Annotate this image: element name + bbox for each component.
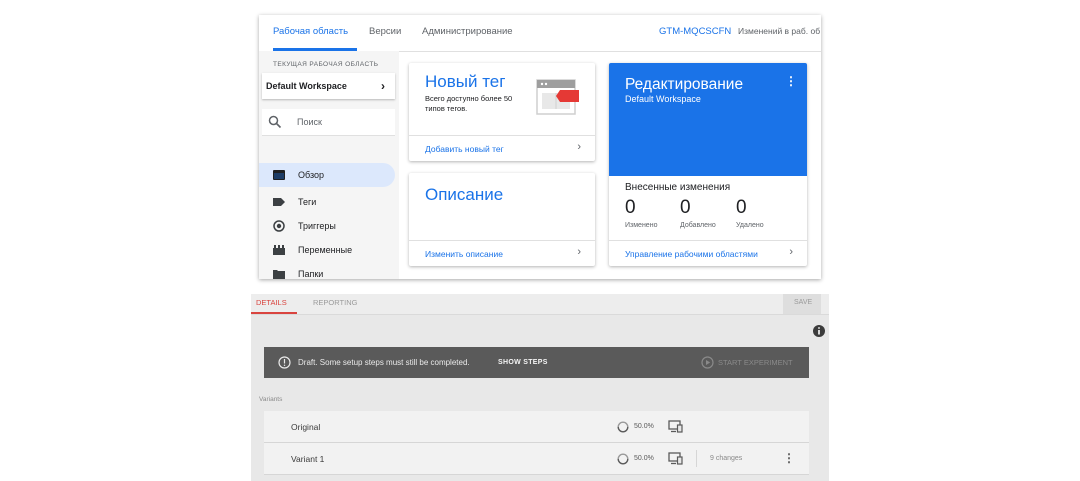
- weight-pie-icon[interactable]: [617, 453, 629, 465]
- variant-name: Original: [291, 422, 321, 432]
- chevron-right-icon: ›: [381, 79, 385, 93]
- more-vert-icon[interactable]: ⋮: [783, 451, 795, 465]
- modified-label: Изменено: [625, 222, 658, 229]
- tab-reporting[interactable]: REPORTING: [313, 298, 357, 307]
- tab-versions[interactable]: Версии: [369, 26, 401, 37]
- new-tag-title: Новый тег: [425, 72, 506, 91]
- save-button[interactable]: SAVE: [783, 294, 821, 314]
- gtm-workspace-panel: Рабочая область Версии Администрирование…: [259, 15, 821, 279]
- info-icon: [278, 356, 291, 369]
- edit-description-label: Изменить описание: [425, 249, 503, 259]
- start-experiment-button[interactable]: START EXPERIMENT: [718, 358, 793, 367]
- add-new-tag-label: Добавить новый тег: [425, 144, 504, 154]
- sidebar-item-variables[interactable]: Переменные: [259, 238, 395, 262]
- sidebar-item-label: Теги: [298, 197, 317, 207]
- sidebar: ТЕКУЩАЯ РАБОЧАЯ ОБЛАСТЬ Default Workspac…: [259, 51, 399, 279]
- added-count: 0: [680, 197, 691, 218]
- sidebar-item-overview[interactable]: Обзор: [259, 163, 395, 187]
- optimize-tab-bar: DETAILS REPORTING SAVE: [251, 294, 829, 315]
- tag-icon: [273, 198, 285, 206]
- changes-title: Внесенные изменения: [625, 182, 731, 193]
- variant-changes-count[interactable]: 9 changes: [710, 455, 742, 462]
- deleted-label: Удалено: [736, 222, 764, 229]
- editing-header: Редактирование Default Workspace ⋮: [609, 63, 807, 176]
- more-vert-icon[interactable]: ⋮: [785, 74, 797, 88]
- new-tag-card: Новый тег Всего доступно более 50 типов …: [409, 63, 595, 161]
- variant-weight: 50.0%: [634, 455, 654, 462]
- devices-icon[interactable]: [668, 452, 683, 465]
- deleted-count: 0: [736, 197, 747, 218]
- variant-weight: 50.0%: [634, 423, 654, 430]
- description-title: Описание: [425, 185, 504, 204]
- manage-workspaces-link[interactable]: Управление рабочими областями ›: [609, 240, 807, 266]
- editing-workspace-name: Default Workspace: [625, 94, 701, 104]
- added-label: Добавлено: [680, 222, 716, 229]
- draft-status-bar: Draft. Some setup steps must still be co…: [264, 347, 809, 378]
- tab-workspace[interactable]: Рабочая область: [273, 26, 348, 37]
- draft-message: Draft. Some setup steps must still be co…: [298, 358, 470, 367]
- workspace-name: Default Workspace: [266, 81, 347, 91]
- chevron-right-icon: ›: [577, 141, 581, 153]
- variants-caption: Variants: [259, 396, 283, 403]
- tab-details[interactable]: DETAILS: [256, 298, 287, 307]
- variant-row[interactable]: Variant 1 50.0% 9 changes ⋮: [264, 443, 809, 475]
- folder-icon: [273, 270, 285, 279]
- devices-icon[interactable]: [668, 420, 683, 433]
- variables-icon: [273, 245, 285, 255]
- gtm-tab-bar: Рабочая область Версии Администрирование…: [259, 15, 821, 52]
- workspace-changes-label: Изменений в раб. об: [738, 26, 821, 36]
- workspace-selector[interactable]: Default Workspace ›: [262, 73, 395, 99]
- sidebar-item-triggers[interactable]: Триггеры: [259, 214, 395, 238]
- active-tab-indicator: [251, 312, 297, 314]
- modified-count: 0: [625, 197, 636, 218]
- chevron-right-icon: ›: [789, 246, 793, 258]
- optimize-experiment-panel: DETAILS REPORTING SAVE Draft. Some setup…: [251, 294, 829, 481]
- variant-name: Variant 1: [291, 454, 325, 464]
- container-id-link[interactable]: GTM-MQCSCFN: [659, 26, 731, 37]
- sidebar-item-label: Триггеры: [298, 221, 336, 231]
- new-tag-illustration-icon: [536, 79, 579, 115]
- search-placeholder: Поиск: [297, 117, 322, 127]
- help-info-icon[interactable]: [812, 324, 826, 338]
- play-circle-icon: [701, 356, 714, 369]
- workspace-caption: ТЕКУЩАЯ РАБОЧАЯ ОБЛАСТЬ: [273, 61, 379, 68]
- sidebar-item-label: Переменные: [298, 245, 353, 255]
- search-icon: [268, 115, 282, 129]
- folder-open-icon: [273, 170, 285, 180]
- editing-title: Редактирование: [625, 76, 744, 93]
- chevron-right-icon: ›: [577, 246, 581, 258]
- add-new-tag-link[interactable]: Добавить новый тег ›: [409, 135, 595, 161]
- search-input[interactable]: Поиск: [262, 109, 395, 136]
- save-label: SAVE: [794, 299, 813, 306]
- sidebar-item-label: Обзор: [298, 170, 324, 180]
- sidebar-item-tags[interactable]: Теги: [259, 190, 395, 214]
- tab-admin[interactable]: Администрирование: [422, 26, 513, 37]
- new-tag-subtitle: Всего доступно более 50 типов тегов.: [425, 94, 513, 113]
- sidebar-item-folders[interactable]: Папки: [259, 262, 395, 279]
- variant-row[interactable]: Original 50.0%: [264, 411, 809, 443]
- sidebar-item-label: Папки: [298, 269, 324, 279]
- show-steps-link[interactable]: SHOW STEPS: [498, 359, 548, 366]
- manage-workspaces-label: Управление рабочими областями: [625, 249, 758, 259]
- description-card: Описание Изменить описание ›: [409, 173, 595, 266]
- edit-description-link[interactable]: Изменить описание ›: [409, 240, 595, 266]
- divider: [696, 450, 697, 467]
- trigger-icon: [273, 220, 285, 232]
- weight-pie-icon[interactable]: [617, 421, 629, 433]
- editing-card: Редактирование Default Workspace ⋮ Внесе…: [609, 63, 807, 266]
